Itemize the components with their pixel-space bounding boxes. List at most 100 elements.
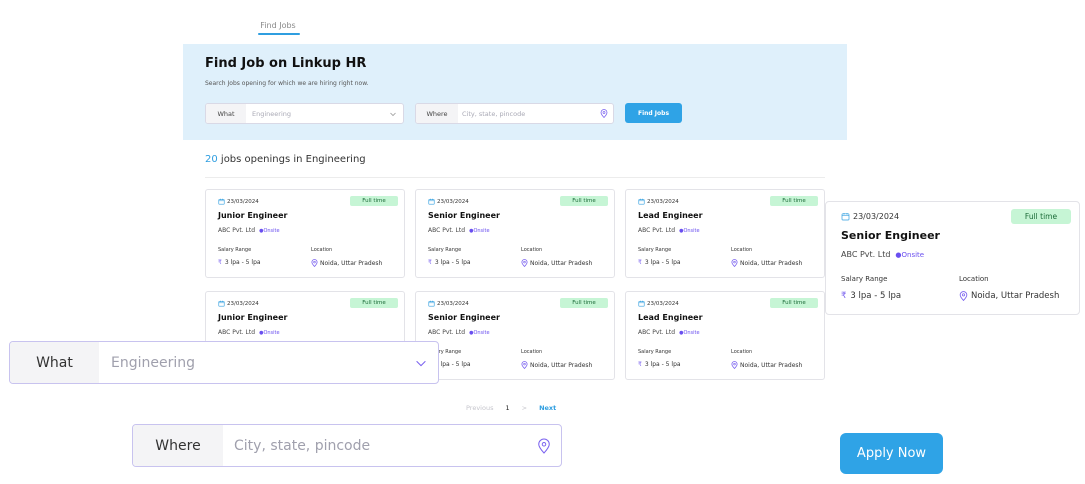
what-value[interactable]: Engineering xyxy=(99,355,414,371)
rupee-icon: ₹ xyxy=(428,259,432,266)
company-name: ABC Pvt. Ltd xyxy=(428,227,466,234)
job-company: ABC Pvt. Ltd ●Onsite xyxy=(428,329,490,336)
company-name: ABC Pvt. Ltd xyxy=(638,329,676,336)
rupee-icon: ₹ xyxy=(638,259,642,266)
work-mode: ●Onsite xyxy=(259,330,280,336)
job-title[interactable]: Junior Engineer xyxy=(218,211,287,220)
job-company: ABC Pvt. Ltd ●Onsite xyxy=(218,227,280,234)
featured-job-card[interactable]: 23/03/2024 Full time Senior Engineer ABC… xyxy=(825,201,1080,315)
location-value: Noida, Uttar Pradesh xyxy=(521,259,592,267)
company-name: ABC Pvt. Ltd xyxy=(428,329,466,336)
job-company: ABC Pvt. Ltd ●Onsite xyxy=(218,329,280,336)
location-text: Noida, Uttar Pradesh xyxy=(740,259,803,267)
job-title[interactable]: Lead Engineer xyxy=(638,211,703,220)
location-label: Location xyxy=(521,349,543,355)
tab-find-jobs[interactable]: Find Jobs xyxy=(240,21,316,30)
location-text: Noida, Uttar Pradesh xyxy=(320,259,383,267)
job-company: ABC Pvt. Ltd ●Onsite xyxy=(428,227,490,234)
location-label: Location xyxy=(311,247,333,253)
location-pin-icon xyxy=(521,361,528,369)
salary-text: 3 lpa - 5 lpa xyxy=(644,259,681,266)
job-card[interactable]: 23/03/2024 Full time Lead Engineer ABC Pvt.… xyxy=(625,189,825,278)
job-date-text: 23/03/2024 xyxy=(647,300,679,307)
job-date-text: 23/03/2024 xyxy=(227,198,259,205)
salary-value: ₹3 lpa - 5 lpa xyxy=(428,259,471,266)
calendar-icon xyxy=(218,198,225,205)
pagination-previous[interactable]: Previous xyxy=(466,404,493,412)
salary-label: Salary Range xyxy=(841,275,888,283)
where-placeholder[interactable]: City, state, pincode xyxy=(458,110,600,118)
salary-value: ₹3 lpa - 5 lpa xyxy=(218,259,261,266)
job-card[interactable]: 23/03/2024 Full time Senior Engineer ABC Pv… xyxy=(415,189,615,278)
pagination-next[interactable]: Next xyxy=(539,404,556,412)
job-date: 23/03/2024 xyxy=(218,300,259,307)
location-pin-icon xyxy=(959,291,968,301)
where-input-zoomed[interactable]: Where City, state, pincode xyxy=(132,424,562,467)
job-title[interactable]: Senior Engineer xyxy=(428,313,500,322)
location-label: Location xyxy=(959,275,989,283)
calendar-icon xyxy=(841,213,850,221)
job-title[interactable]: Lead Engineer xyxy=(638,313,703,322)
what-value[interactable]: Engineering xyxy=(246,110,389,118)
location-text: Noida, Uttar Pradesh xyxy=(530,259,593,267)
page-title: Find Job on Linkup HR xyxy=(205,56,367,71)
what-label: What xyxy=(10,342,99,383)
job-date-text: 23/03/2024 xyxy=(437,300,469,307)
location-value: Noida, Uttar Pradesh xyxy=(521,361,592,369)
work-mode-text: Onsite xyxy=(263,228,280,234)
location-value: Noida, Uttar Pradesh xyxy=(959,291,1059,301)
location-pin-icon xyxy=(731,361,738,369)
where-label: Where xyxy=(416,104,458,123)
chevron-down-icon[interactable] xyxy=(414,356,428,370)
calendar-icon xyxy=(218,300,225,307)
find-jobs-button[interactable]: Find Jobs xyxy=(625,103,682,123)
rupee-icon: ₹ xyxy=(841,291,847,301)
job-type-badge: Full time xyxy=(770,298,818,308)
job-title[interactable]: Junior Engineer xyxy=(218,313,287,322)
calendar-icon xyxy=(638,198,645,205)
salary-value: ₹3 lpa - 5 lpa xyxy=(638,259,681,266)
where-label: Where xyxy=(133,425,223,466)
divider xyxy=(205,177,825,178)
job-date: 23/03/2024 xyxy=(841,212,899,221)
where-input[interactable]: Where City, state, pincode xyxy=(415,103,614,124)
location-label: Location xyxy=(521,247,543,253)
location-pin-icon xyxy=(600,109,608,118)
location-pin-icon xyxy=(311,259,318,267)
job-company: ABC Pvt. Ltd ●Onsite xyxy=(841,250,924,259)
pagination-page-1[interactable]: 1 xyxy=(505,404,509,412)
location-text: Noida, Uttar Pradesh xyxy=(971,291,1060,301)
what-select-zoomed[interactable]: What Engineering xyxy=(9,341,439,384)
job-date-text: 23/03/2024 xyxy=(227,300,259,307)
job-date: 23/03/2024 xyxy=(638,198,679,205)
results-count-number: 20 xyxy=(205,154,218,165)
job-card[interactable]: 23/03/2024 Full time Senior Engineer ABC Pv… xyxy=(415,291,615,380)
job-type-badge: Full time xyxy=(560,298,608,308)
apply-now-button[interactable]: Apply Now xyxy=(840,433,943,474)
work-mode-text: Onsite xyxy=(683,228,700,234)
job-date-text: 23/03/2024 xyxy=(853,212,900,221)
job-title[interactable]: Senior Engineer xyxy=(841,229,940,242)
page-subtitle: Search Jobs opening for which we are hir… xyxy=(205,80,369,87)
chevron-down-icon[interactable] xyxy=(389,110,397,118)
job-date-text: 23/03/2024 xyxy=(437,198,469,205)
job-type-badge: Full time xyxy=(560,196,608,206)
job-company: ABC Pvt. Ltd ●Onsite xyxy=(638,329,700,336)
job-card[interactable]: 23/03/2024 Full time Junior Engineer ABC Pv… xyxy=(205,189,405,278)
calendar-icon xyxy=(428,198,435,205)
pagination: Previous 1 > Next xyxy=(466,404,556,412)
location-text: Noida, Uttar Pradesh xyxy=(530,361,593,369)
salary-text: 3 lpa - 5 lpa xyxy=(434,259,471,266)
job-title[interactable]: Senior Engineer xyxy=(428,211,500,220)
calendar-icon xyxy=(428,300,435,307)
what-select[interactable]: What Engineering xyxy=(205,103,404,124)
job-card[interactable]: 23/03/2024 Full time Lead Engineer ABC Pvt.… xyxy=(625,291,825,380)
salary-label: Salary Range xyxy=(428,247,462,253)
where-placeholder[interactable]: City, state, pincode xyxy=(223,438,537,454)
work-mode-text: Onsite xyxy=(473,228,490,234)
work-mode: ●Onsite xyxy=(469,228,490,234)
salary-text: 3 lpa - 5 lpa xyxy=(434,361,471,368)
work-mode: ●Onsite xyxy=(259,228,280,234)
job-type-badge: Full time xyxy=(350,298,398,308)
company-name: ABC Pvt. Ltd xyxy=(218,329,256,336)
